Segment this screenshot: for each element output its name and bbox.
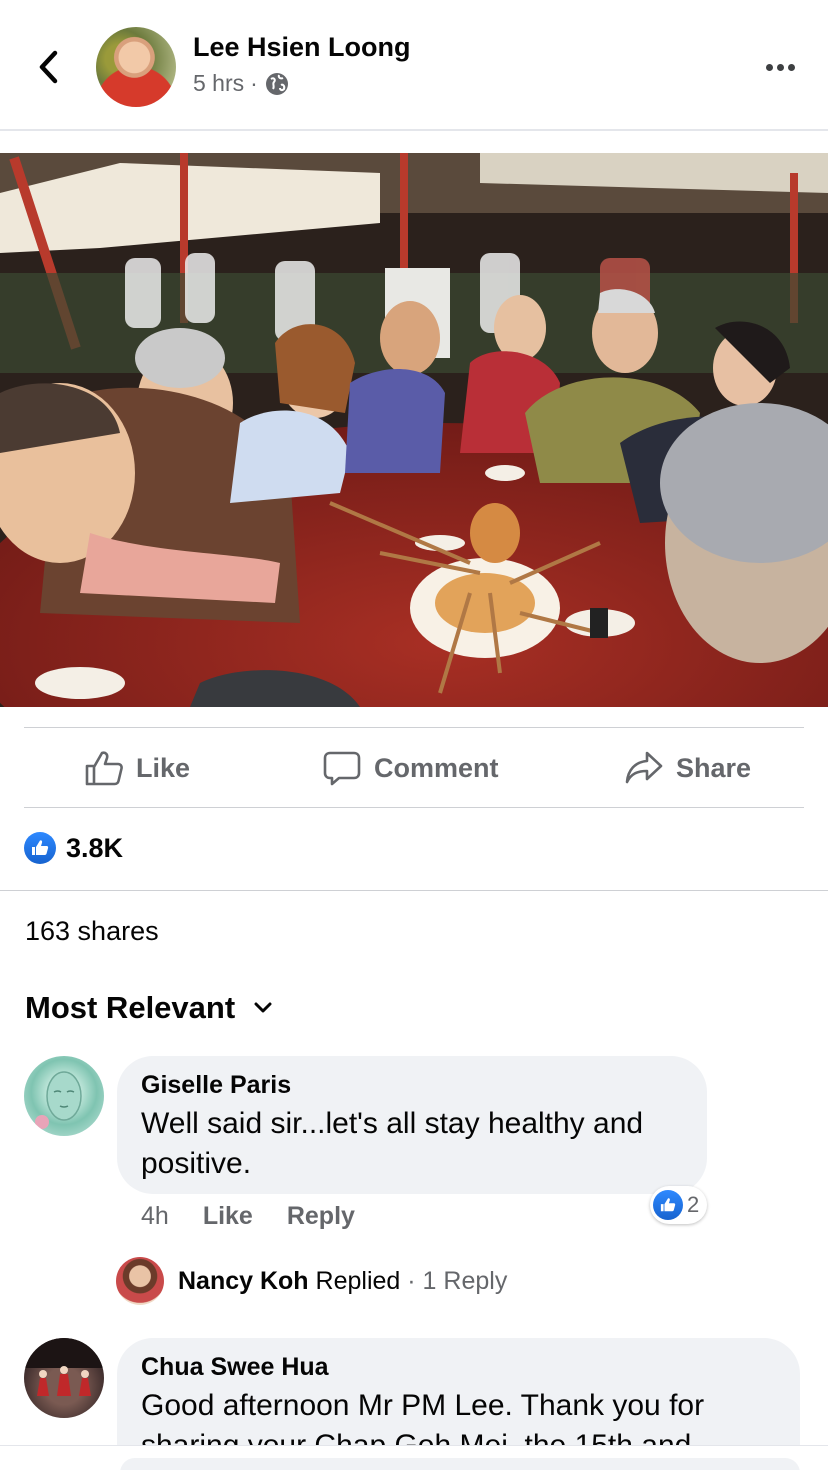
reply-author: Nancy Koh [178, 1266, 309, 1295]
comment-meta: 4h Like Reply [141, 1202, 355, 1231]
post-header: Lee Hsien Loong 5 hrs · [0, 0, 828, 131]
comment-button[interactable]: Comment [322, 728, 499, 808]
comment-text: Well said sir...let's all stay healthy a… [141, 1107, 644, 1180]
shares-count[interactable]: 163 shares [25, 916, 159, 947]
comment-reaction-count: 2 [687, 1192, 700, 1217]
post-time[interactable]: 5 hrs [193, 70, 244, 97]
like-reaction-icon [653, 1190, 683, 1220]
reply-preview[interactable]: Nancy Koh Replied · 1 Reply [116, 1257, 507, 1305]
buddha-avatar-image [35, 1071, 82, 1129]
sort-label: Most Relevant [25, 990, 236, 1025]
like-reaction-icon [24, 832, 56, 864]
comment-time[interactable]: 4h [141, 1202, 169, 1231]
like-button[interactable]: Like [84, 728, 190, 808]
comment-reaction-badge[interactable]: 2 [650, 1186, 708, 1224]
post-meta: 5 hrs · [193, 70, 290, 97]
thumbs-up-icon [85, 751, 123, 786]
reactions-summary[interactable]: 3.8K [24, 832, 123, 864]
reaction-count: 3.8K [66, 832, 124, 863]
globe-icon [265, 72, 288, 95]
comment-reply-button[interactable]: Reply [287, 1202, 355, 1231]
comment-icon [323, 751, 361, 786]
share-button[interactable]: Share [624, 728, 751, 808]
comment-avatar[interactable] [24, 1338, 104, 1418]
divider-bottom-actions [24, 807, 804, 808]
comment-like-button[interactable]: Like [203, 1202, 253, 1231]
post-photo[interactable] [0, 153, 828, 707]
reply-avatar[interactable] [116, 1257, 164, 1305]
reply-verb: Replied [315, 1266, 401, 1295]
more-horizontal-icon [765, 63, 773, 71]
more-options-button[interactable] [760, 52, 800, 82]
comment-composer-input[interactable] [120, 1458, 800, 1470]
chevron-down-icon [254, 1002, 272, 1013]
dancers-avatar-image [24, 1338, 104, 1396]
post-actions: Like Comment Share [24, 728, 804, 808]
poster-avatar[interactable] [96, 27, 176, 107]
reply-count: · 1 Reply [407, 1266, 508, 1295]
chevron-left-icon [39, 50, 58, 84]
comment-label: Comment [374, 752, 499, 783]
meta-separator: · [250, 70, 258, 96]
comment-author[interactable]: Chua Swee Hua [141, 1353, 776, 1382]
comment-bubble[interactable]: Giselle Paris Well said sir...let's all … [117, 1056, 707, 1194]
comment-avatar[interactable] [24, 1056, 104, 1136]
share-icon [625, 751, 663, 784]
poster-name[interactable]: Lee Hsien Loong [193, 32, 411, 63]
back-button[interactable] [28, 44, 68, 90]
divider-reactions [0, 890, 828, 891]
comment-author[interactable]: Giselle Paris [141, 1071, 683, 1100]
share-label: Share [676, 752, 752, 783]
like-label: Like [136, 752, 191, 783]
post-photo-illustration [0, 153, 828, 707]
comment-sort-dropdown[interactable]: Most Relevant [25, 990, 273, 1026]
